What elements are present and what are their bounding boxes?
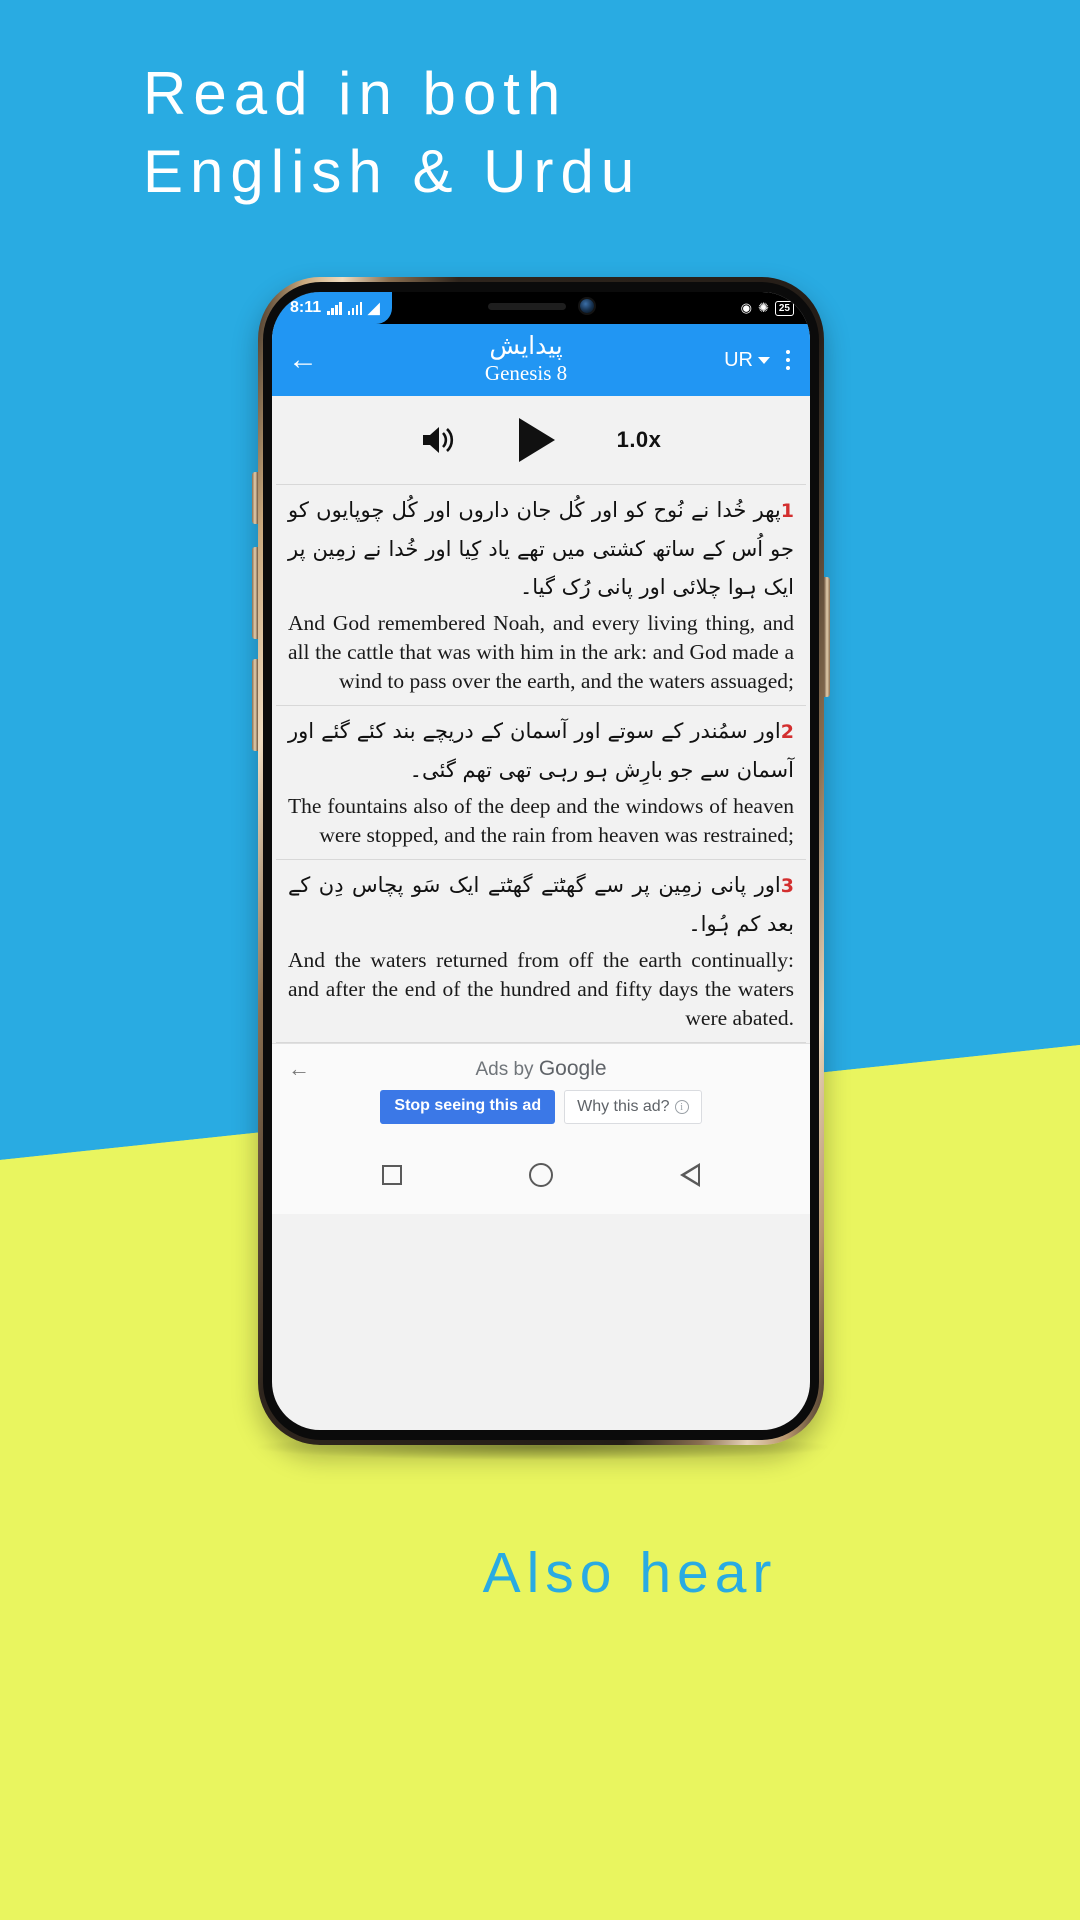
why-this-ad-button[interactable]: Why this ad? i bbox=[564, 1090, 702, 1124]
verse-urdu-text: اور سمُندر کے سوتے اور آسمان کے دریچے بن… bbox=[288, 719, 794, 782]
chevron-down-icon bbox=[758, 356, 770, 364]
verse-english-text: And the waters returned from off the ear… bbox=[288, 948, 794, 1030]
speaker-icon[interactable] bbox=[421, 424, 457, 456]
why-this-ad-label: Why this ad? bbox=[577, 1098, 670, 1115]
ad-banner-buttons: Stop seeing this ad Why this ad? i bbox=[288, 1090, 794, 1124]
circle-home-icon[interactable] bbox=[528, 1163, 553, 1187]
status-time: 8:11 bbox=[290, 299, 322, 316]
phone-side-button-mute bbox=[252, 472, 258, 524]
verse-number: 1 bbox=[780, 500, 794, 522]
status-bar-right: ◉ ✺ 25 bbox=[741, 300, 810, 316]
location-icon: ◉ bbox=[740, 300, 752, 315]
book-title-english: Genesis 8 bbox=[484, 361, 568, 385]
triangle-back-icon[interactable] bbox=[680, 1163, 701, 1187]
page-title: Read in both English & Urdu bbox=[143, 60, 642, 205]
phone-screen: 8:11 ◢ ◉ ✺ 25 ← پیدایش Genesis 8 UR 1.0x… bbox=[272, 292, 810, 1430]
phone-notch bbox=[448, 292, 634, 322]
verse-urdu-line: 1پھر خُدا نے نُوح کو اور کُل جان داروں ا… bbox=[288, 491, 794, 606]
status-bar: 8:11 ◢ ◉ ✺ 25 bbox=[272, 292, 810, 324]
verse-urdu-text: پھر خُدا نے نُوح کو اور کُل جان داروں او… bbox=[288, 498, 794, 599]
phone-side-button-volume-up bbox=[252, 547, 258, 639]
app-bar-titles: پیدایش Genesis 8 bbox=[328, 332, 724, 386]
verse-english-text: The fountains also of the deep and the w… bbox=[288, 794, 794, 847]
play-icon[interactable] bbox=[518, 418, 555, 462]
front-camera-icon bbox=[580, 299, 594, 313]
verse-item: 3اور پانی زمِین پر سے گھٹتے گھٹتے ایک سَ… bbox=[276, 860, 806, 1043]
signal-bars-icon bbox=[327, 301, 342, 315]
back-arrow-icon[interactable]: ← bbox=[288, 345, 328, 375]
signal-bars-icon-2 bbox=[347, 301, 363, 315]
wifi-icon: ◢ bbox=[368, 299, 380, 317]
app-bar: ← پیدایش Genesis 8 UR bbox=[272, 324, 810, 396]
ads-by-prefix: Ads by bbox=[475, 1059, 539, 1080]
verse-urdu-line: 2اور سمُندر کے سوتے اور آسمان کے دریچے ب… bbox=[288, 712, 794, 789]
book-title-urdu: پیدایش bbox=[489, 331, 563, 360]
phone-side-button-power bbox=[824, 577, 830, 697]
overflow-menu-icon[interactable] bbox=[780, 346, 796, 374]
earpiece-speaker bbox=[488, 302, 566, 310]
verse-english-text: And God remembered Noah, and every livin… bbox=[288, 611, 794, 693]
status-bar-left: 8:11 ◢ bbox=[272, 292, 392, 324]
ad-banner: ← Ads by Google Stop seeing this ad Why … bbox=[272, 1043, 810, 1136]
google-brand: Google bbox=[538, 1057, 607, 1080]
phone-bezel: 8:11 ◢ ◉ ✺ 25 ← پیدایش Genesis 8 UR 1.0x… bbox=[263, 282, 819, 1440]
verse-list: 1پھر خُدا نے نُوح کو اور کُل جان داروں ا… bbox=[272, 484, 810, 1043]
bluetooth-icon: ✺ bbox=[757, 300, 769, 315]
verse-item: 2اور سمُندر کے سوتے اور آسمان کے دریچے ب… bbox=[276, 706, 806, 860]
phone-side-button-volume-down bbox=[252, 659, 258, 751]
stop-seeing-ad-button[interactable]: Stop seeing this ad bbox=[380, 1090, 556, 1124]
info-icon: i bbox=[674, 1100, 689, 1114]
audio-player-controls: 1.0x bbox=[272, 396, 810, 484]
ads-by-google-label: Ads by Google bbox=[288, 1057, 794, 1081]
phone-mockup: 8:11 ◢ ◉ ✺ 25 ← پیدایش Genesis 8 UR 1.0x… bbox=[252, 277, 830, 1445]
battery-badge: 25 bbox=[774, 300, 794, 316]
square-recents-icon[interactable] bbox=[381, 1165, 402, 1185]
bottom-tagline: Also hear bbox=[482, 1541, 778, 1605]
verse-item: 1پھر خُدا نے نُوح کو اور کُل جان داروں ا… bbox=[276, 484, 806, 706]
language-selector[interactable]: UR bbox=[724, 349, 770, 372]
ad-banner-header: ← Ads by Google bbox=[288, 1054, 794, 1084]
language-label: UR bbox=[724, 348, 753, 371]
android-nav-bar bbox=[272, 1136, 810, 1214]
verse-number: 3 bbox=[780, 875, 794, 897]
verse-urdu-line: 3اور پانی زمِین پر سے گھٹتے گھٹتے ایک سَ… bbox=[288, 866, 794, 943]
verse-urdu-text: اور پانی زمِین پر سے گھٹتے گھٹتے ایک سَو… bbox=[288, 873, 794, 936]
playback-speed-label[interactable]: 1.0x bbox=[617, 427, 662, 453]
verse-number: 2 bbox=[780, 721, 794, 743]
